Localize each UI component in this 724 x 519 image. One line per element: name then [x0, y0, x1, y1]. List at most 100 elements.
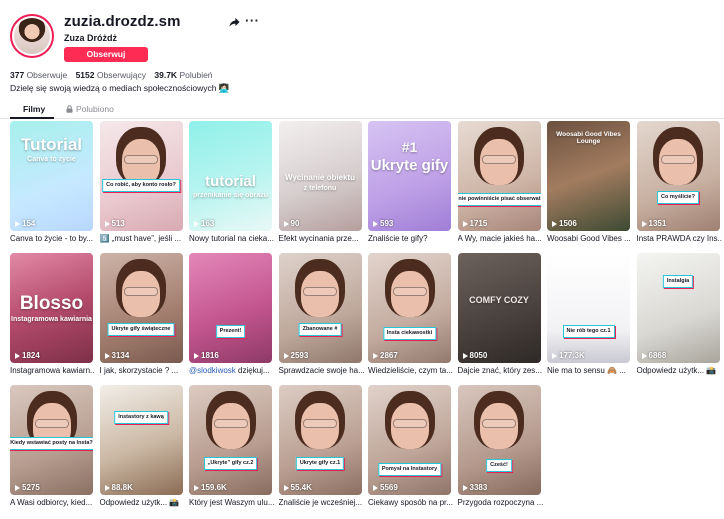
thumbnail-tag: „Ukryte” gify cz.2: [203, 457, 258, 470]
video-thumbnail[interactable]: Insta ciekawostki 2867: [368, 253, 451, 363]
video-caption[interactable]: 5️⃣ „must have”, jeśli ...: [100, 234, 185, 243]
video-caption[interactable]: Woosabi Good Vibes ...: [547, 234, 632, 243]
video-caption[interactable]: Wiedzieliście, czym ta...: [368, 366, 453, 375]
view-count-value: 3134: [111, 351, 130, 360]
likes-label: Polubień: [179, 70, 213, 80]
play-icon: [641, 220, 647, 227]
thumbnail-subtitle: Canva to życie: [27, 156, 76, 163]
thumbnail-tag: Cześć!: [486, 459, 512, 472]
video-thumbnail[interactable]: Co robić, aby konto rosło? 513: [99, 121, 183, 231]
video-caption[interactable]: Ciekawy sposób na pr...: [368, 498, 453, 507]
glasses: [124, 287, 158, 296]
follow-button[interactable]: Obserwuj: [64, 47, 148, 62]
video-caption[interactable]: Odpowiedz użytk... 📸: [637, 366, 722, 375]
video-caption[interactable]: Instagramowa kawiarn...: [10, 366, 95, 375]
followers-count: 5152: [75, 70, 95, 80]
video-thumbnail[interactable]: Prezent! 1816: [189, 253, 272, 363]
view-count: 3383: [462, 483, 487, 492]
video-caption[interactable]: Znaliście te gify?: [368, 234, 453, 243]
play-icon: [552, 220, 557, 227]
video-thumbnail[interactable]: Cześć! 3383: [457, 385, 541, 495]
video-caption[interactable]: Sprawdzacie swoje ha...: [279, 366, 364, 375]
thumbnail-tag: Czego nie powinniście pisać obserwatorom…: [457, 193, 541, 206]
followers-label[interactable]: Obserwujący: [97, 70, 146, 80]
thumbnail-tag: Kiedy wstawiać posty na Insta?: [10, 437, 93, 450]
video-caption[interactable]: Insta PRAWDA czy Ins...: [637, 234, 722, 243]
view-count-value: 6868: [648, 351, 667, 360]
video-caption[interactable]: Nowy tutorial na cieka...: [189, 234, 274, 243]
lock-icon: [66, 105, 73, 113]
thumbnail-title: COMFY COZY: [469, 295, 529, 305]
mention-link[interactable]: @slodkiwosk: [189, 366, 236, 375]
video-thumbnail[interactable]: „Ukryte” gify cz.2 159.6K: [189, 385, 272, 495]
video-caption[interactable]: I jak, skorzystacie ? ...: [100, 366, 185, 375]
video-caption[interactable]: Dajcie znać, który zes...: [458, 366, 543, 375]
video-thumbnail[interactable]: Co myślicie? 1351: [636, 121, 720, 231]
tab-videos[interactable]: Filmy: [23, 104, 45, 114]
video-thumbnail[interactable]: tutorial przenikanie się obrazu 163: [189, 121, 272, 231]
avatar[interactable]: [10, 14, 54, 58]
view-count: 163: [194, 219, 214, 228]
video-thumbnail[interactable]: Blosso Instagramowa kawiarnia 1824: [10, 253, 93, 363]
video-thumbnail[interactable]: Instastory z kawą 88.8K: [99, 385, 183, 495]
video-caption[interactable]: Znaliście je wcześniej...: [279, 498, 364, 507]
video-caption[interactable]: A Wy, macie jakieś ha...: [458, 234, 543, 243]
video-caption[interactable]: Canva to życie - to by...: [10, 234, 95, 243]
video-caption[interactable]: Odpowiedz użytk... 📸: [100, 498, 185, 507]
view-count-value: 90: [290, 219, 300, 228]
video-thumbnail[interactable]: Tutorial Canva to życie 154: [10, 121, 93, 231]
play-icon: [552, 352, 557, 359]
tab-liked-label: Polubiono: [76, 104, 114, 114]
video-caption[interactable]: @slodkiwosk dziękuj...: [189, 366, 274, 375]
thumbnail-subtitle: #1: [401, 139, 418, 155]
thumbnail-title: Ukryte gify: [370, 157, 449, 174]
thumbnail-subtitle: przenikanie się obrazu: [192, 192, 269, 199]
video-caption[interactable]: Efekt wycinania prze...: [279, 234, 364, 243]
video-thumbnail[interactable]: Ukryte gify #1 593: [368, 121, 451, 231]
play-icon: [373, 352, 378, 359]
thumbnail-tag: Nie rób tego cz.1: [562, 325, 615, 338]
video-thumbnail[interactable]: Wycinanie obiektu z telefonu 90: [278, 121, 362, 231]
view-count: 1715: [462, 219, 487, 228]
tab-liked[interactable]: Polubiono: [66, 104, 114, 114]
video-thumbnail[interactable]: Ukryte gify świąteczne 3134: [99, 253, 183, 363]
play-icon: [373, 220, 378, 227]
thumbnail-tag: Instalgia: [662, 275, 694, 288]
thumbnail-tag: Instastory z kawą: [114, 411, 168, 424]
glasses: [303, 419, 337, 428]
video-thumbnail[interactable]: Kiedy wstawiać posty na Insta? 5275: [10, 385, 93, 495]
video-thumbnail[interactable]: Woosabi Good Vibes Lounge 1506: [547, 121, 630, 231]
video-thumbnail[interactable]: Ukryte gify cz.1 55.4K: [278, 385, 362, 495]
share-arrow-icon[interactable]: [229, 17, 240, 28]
view-count-value: 8050: [469, 351, 488, 360]
thumbnail-title: Tutorial: [20, 135, 83, 154]
view-count: 90: [283, 219, 300, 228]
video-caption[interactable]: Który jest Waszym ulu...: [189, 498, 274, 507]
video-thumbnail[interactable]: Pomysł na Instastory 5569: [368, 385, 451, 495]
view-count: 159.6K: [194, 483, 227, 492]
more-dots-icon[interactable]: ···: [245, 14, 260, 27]
play-icon: [373, 484, 378, 491]
view-count-value: 1351: [648, 219, 667, 228]
view-count: 1824: [15, 351, 40, 360]
profile-stats: 377 Obserwuje 5152 Obserwujący 39.7K Pol…: [10, 70, 219, 80]
video-thumbnail[interactable]: Zbanowane # 2593: [278, 253, 362, 363]
video-thumbnail[interactable]: Czego nie powinniście pisać obserwatorom…: [457, 121, 541, 231]
play-icon: [194, 352, 199, 359]
thumbnail-tag: Ukryte gify świąteczne: [107, 323, 175, 336]
video-thumbnail[interactable]: Nie rób tego cz.1 177.3K: [547, 253, 630, 363]
view-count-value: 1506: [559, 219, 577, 228]
video-caption[interactable]: A Wasi odbiorcy, kied...: [10, 498, 95, 507]
view-count: 5275: [15, 483, 40, 492]
thumbnail-title: Wycinanie obiektu: [284, 173, 356, 182]
play-icon: [104, 484, 110, 491]
video-caption[interactable]: Nie ma to sensu 🙈 ...: [547, 366, 632, 375]
play-icon: [462, 352, 468, 359]
profile-bio: Dzielę się swoją wiedzą o mediach społec…: [10, 83, 230, 93]
following-label[interactable]: Obserwuje: [27, 70, 68, 80]
video-thumbnail[interactable]: COMFY COZY 8050: [457, 253, 541, 363]
video-thumbnail[interactable]: Instalgia 6868: [636, 253, 720, 363]
video-caption[interactable]: Przygoda rozpoczyna ...: [458, 498, 543, 507]
play-icon: [15, 220, 20, 227]
play-icon: [462, 220, 468, 227]
